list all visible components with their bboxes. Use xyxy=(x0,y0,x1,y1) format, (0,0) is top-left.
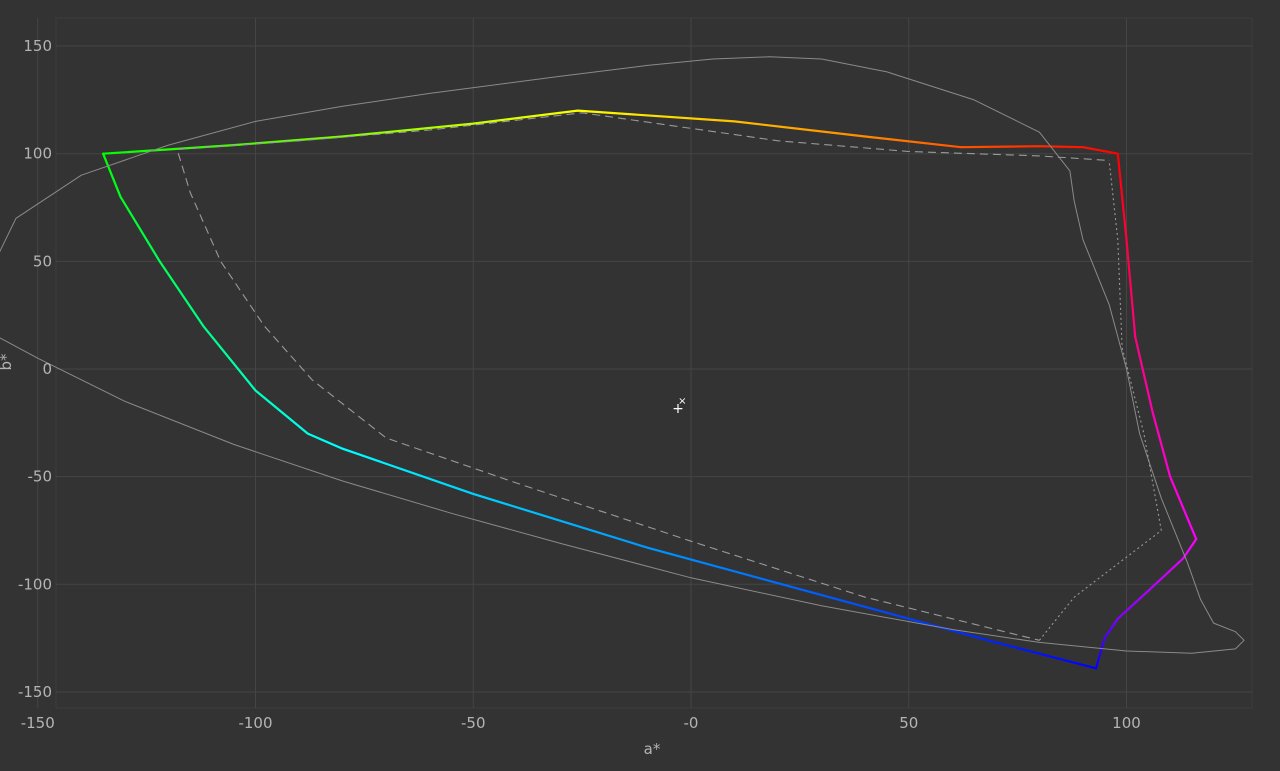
x-tick-label: 50 xyxy=(899,714,918,732)
x-tick-label: -100 xyxy=(238,714,272,732)
y-tick-label: 150 xyxy=(23,37,52,55)
x-tick-label: -150 xyxy=(21,714,55,732)
y-tick-label: -100 xyxy=(18,575,52,593)
target-point-marker: × xyxy=(678,396,686,407)
gamut-chart: +× -250-200-150-100-50-050100150200250 -… xyxy=(0,17,1253,758)
x-tick-labels: -250-200-150-100-50-050100150200250 xyxy=(21,714,1141,732)
y-tick-label: 0 xyxy=(42,360,52,378)
y-tick-label: -150 xyxy=(18,683,52,701)
plot-area xyxy=(55,17,1253,709)
y-tick-labels: -150 -100 -50 0 50 100 150 xyxy=(18,37,52,701)
y-axis-label: b* xyxy=(0,353,15,371)
y-tick-label: -50 xyxy=(28,468,53,486)
y-tick-label: 100 xyxy=(23,145,52,163)
x-tick-label: -50 xyxy=(461,714,486,732)
x-tick-label: -0 xyxy=(684,714,699,732)
y-tick-label: 50 xyxy=(33,252,52,270)
x-tick-label: 100 xyxy=(1112,714,1141,732)
x-axis-label: a* xyxy=(644,740,661,758)
